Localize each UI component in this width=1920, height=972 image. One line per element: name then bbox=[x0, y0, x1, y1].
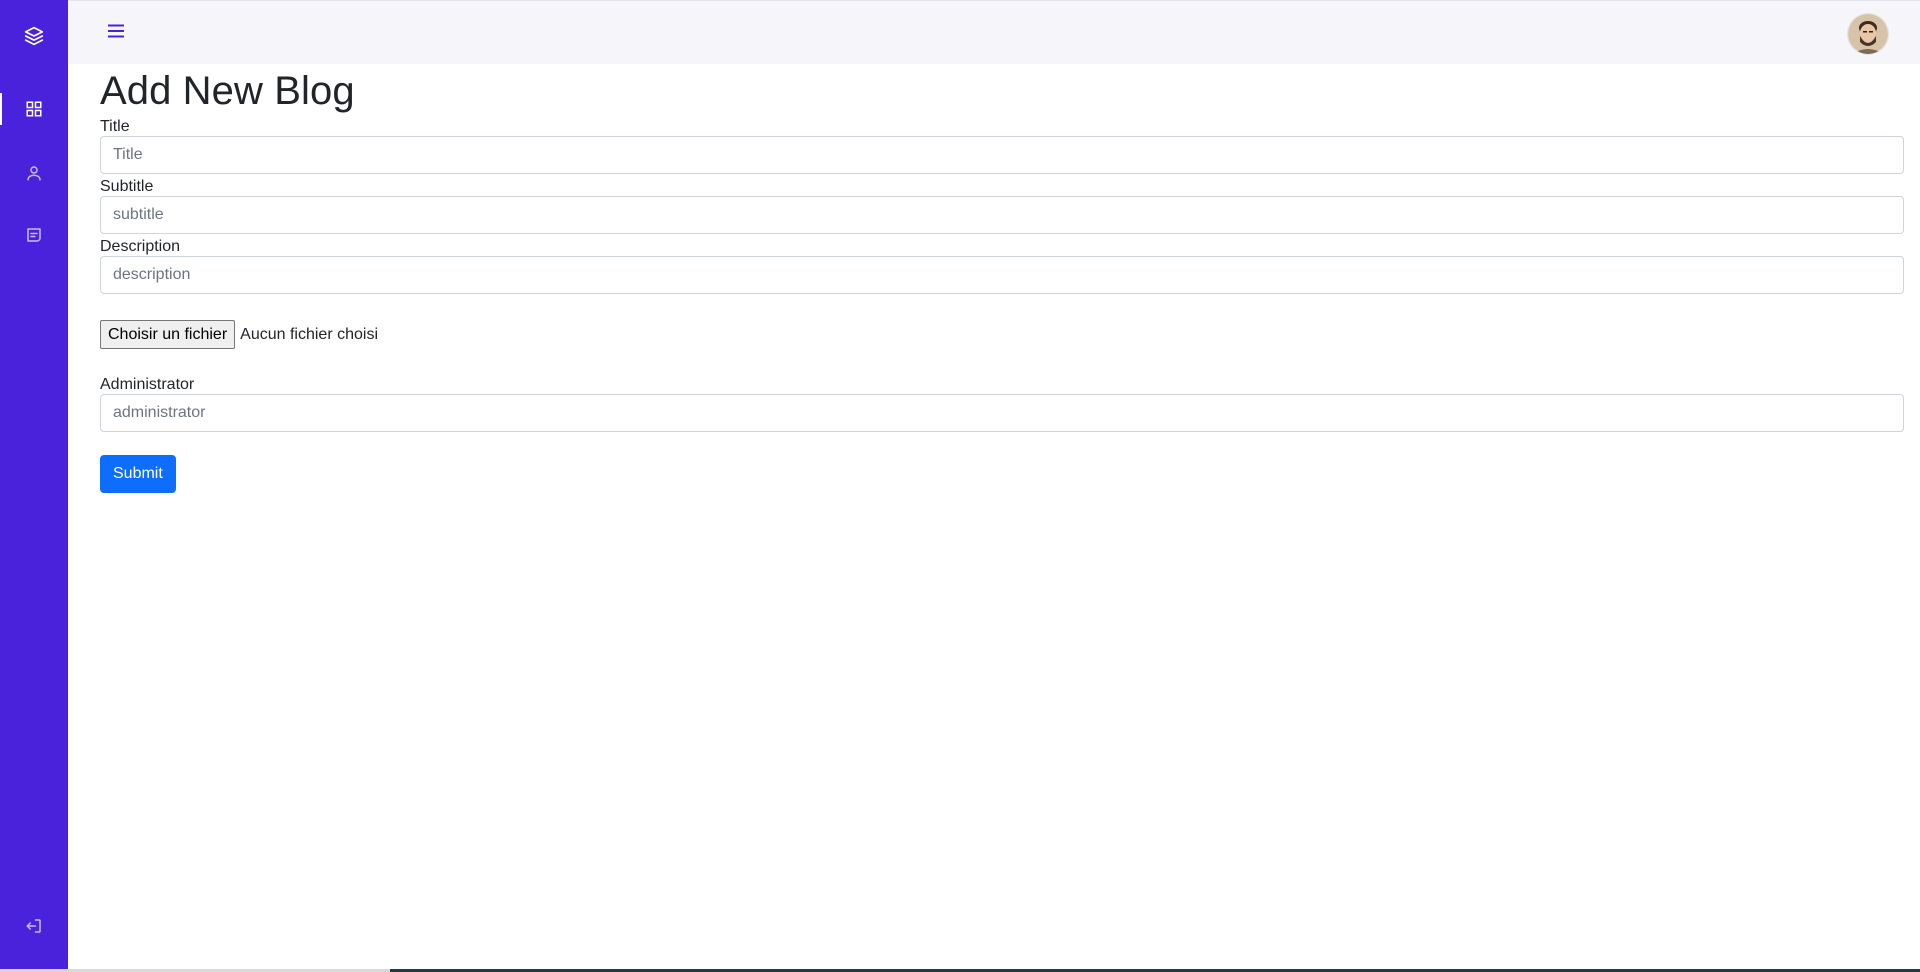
layers-icon bbox=[24, 26, 44, 46]
avatar[interactable] bbox=[1848, 14, 1888, 54]
message-icon bbox=[27, 228, 41, 242]
subtitle-label: Subtitle bbox=[100, 178, 154, 195]
submit-button[interactable]: Submit bbox=[100, 455, 176, 493]
title-label: Title bbox=[100, 118, 130, 135]
description-label: Description bbox=[100, 238, 181, 255]
user-icon bbox=[27, 166, 41, 181]
main-content: Add New Blog Title Subtitle Description … bbox=[100, 64, 1904, 493]
sidebar-logo-button[interactable] bbox=[0, 16, 68, 56]
sidebar-item-blogs[interactable] bbox=[0, 215, 68, 255]
menu-toggle-button[interactable] bbox=[104, 19, 128, 43]
logout-button[interactable] bbox=[0, 906, 68, 946]
topbar bbox=[68, 0, 1920, 64]
title-input[interactable] bbox=[100, 136, 1904, 174]
administrator-label: Administrator bbox=[100, 376, 195, 393]
hamburger-icon bbox=[108, 24, 124, 38]
subtitle-input[interactable] bbox=[100, 196, 1904, 234]
page-title: Add New Blog bbox=[100, 69, 355, 113]
sidebar bbox=[0, 0, 68, 972]
grid-icon bbox=[26, 101, 42, 117]
logout-icon bbox=[26, 919, 41, 933]
file-upload: Choisir un fichier Aucun fichier choisi bbox=[100, 320, 1904, 349]
file-status-text: Aucun fichier choisi bbox=[240, 325, 378, 343]
sidebar-item-dashboard[interactable] bbox=[0, 89, 68, 129]
sidebar-item-users[interactable] bbox=[0, 153, 68, 193]
choose-file-button[interactable]: Choisir un fichier bbox=[100, 320, 236, 349]
description-input[interactable] bbox=[100, 256, 1904, 294]
administrator-input[interactable] bbox=[100, 394, 1904, 432]
